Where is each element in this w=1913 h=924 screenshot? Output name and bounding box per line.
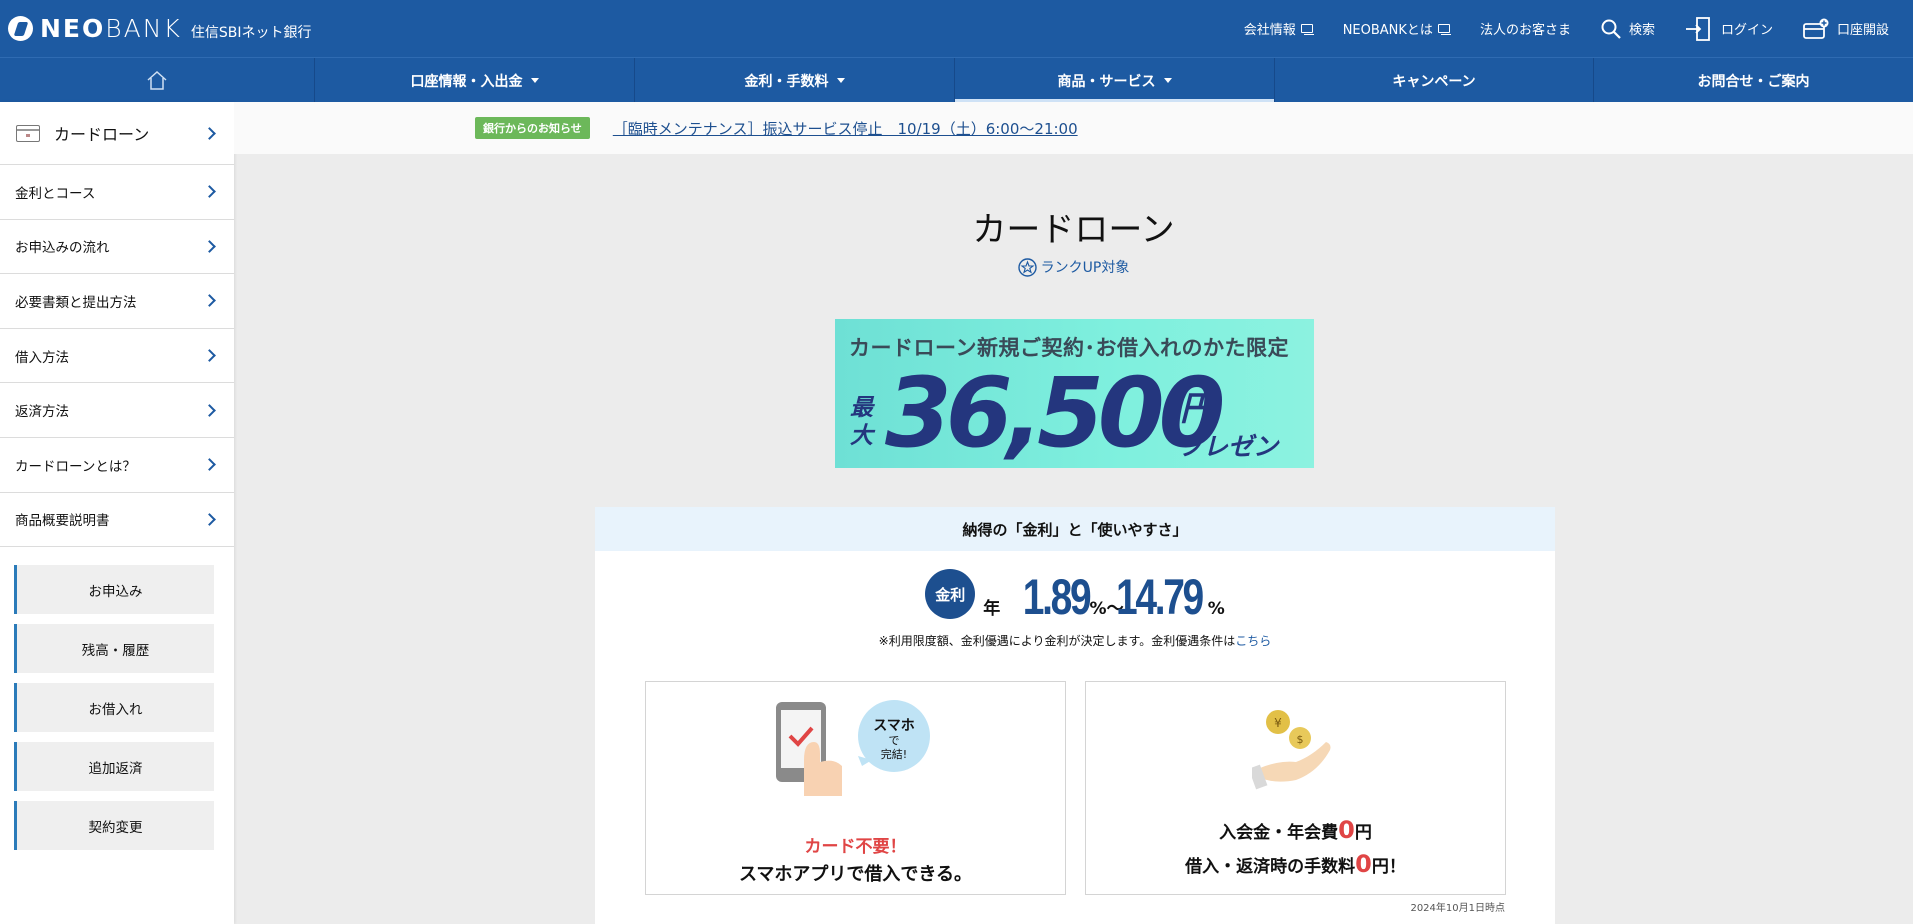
feature-smartphone: スマホ で 完結! カード不要！ スマホアプリで借入できる。 (645, 681, 1066, 895)
nav-products-services[interactable]: 商品・サービス (955, 58, 1275, 103)
rate-max: 14.79 (1115, 569, 1204, 625)
sidebar-actions: お申込み 残高・履歴 お借入れ 追加返済 契約変更 (0, 547, 234, 851)
search-icon (1601, 19, 1621, 39)
balance-history-button[interactable]: 残高・履歴 (14, 624, 214, 674)
interest-rate: 金利 年 1.89 %〜 14.79 % (595, 569, 1555, 623)
feature-zero-annual-fee: 入会金・年会費0円 (1219, 816, 1372, 844)
rate-percent: % (1207, 599, 1225, 619)
login-button[interactable]: ログイン (1685, 16, 1773, 41)
svg-text:で: で (889, 734, 900, 747)
banner-present: プレゼント! (1178, 432, 1279, 461)
login-icon (1685, 16, 1710, 41)
rank-up-label[interactable]: ランクUP対象 (234, 257, 1913, 277)
banner-yen: 円 (1180, 389, 1214, 429)
chevron-right-icon (203, 126, 216, 140)
coins-hand-icon: ¥ $ (1252, 710, 1331, 790)
sidebar-item-documents[interactable]: 必要書類と提出方法 (0, 274, 234, 329)
about-neobank-link[interactable]: NEOBANKとは (1343, 19, 1451, 38)
banner-amount: 36,500 (885, 357, 1225, 468)
rate-conditions-link[interactable]: こちら (1235, 634, 1271, 648)
logo-subtitle: 住信SBIネット銀行 (190, 24, 312, 41)
features-panel: 納得の「金利」と「使いやすさ」 金利 年 1.89 %〜 14.79 % ※利用… (595, 507, 1555, 924)
rate-note: ※利用限度額、金利優遇により金利が決定します。金利優遇条件はこちら (878, 634, 1272, 648)
corporate-link[interactable]: 法人のお客さま (1480, 19, 1571, 38)
svg-text:完結!: 完結! (881, 747, 907, 761)
feature-card-not-required: カード不要！ (804, 837, 907, 857)
chevron-right-icon (203, 458, 216, 472)
chevron-right-icon (203, 403, 216, 417)
caret-down-icon (1163, 78, 1172, 83)
sidebar-item-product-summary[interactable]: 商品概要説明書 (0, 493, 234, 548)
account-open-icon (1803, 18, 1829, 39)
svg-text:$: $ (1297, 733, 1304, 746)
chevron-right-icon (203, 185, 216, 199)
notice-bar: 銀行からのお知らせ ［臨時メンテナンス］振込サービス停止 10/19（土）6:0… (234, 102, 1913, 154)
notice-link[interactable]: ［臨時メンテナンス］振込サービス停止 10/19（土）6:00〜21:00 (613, 118, 1078, 139)
sidebar-item-borrowing[interactable]: 借入方法 (0, 329, 234, 384)
contract-change-button[interactable]: 契約変更 (14, 801, 214, 851)
rate-year-label: 年 (983, 599, 1001, 619)
sidebar-title[interactable]: カードローン (0, 102, 234, 165)
external-link-icon (1300, 24, 1314, 35)
caret-down-icon (530, 78, 539, 83)
feature-no-fees: ¥ $ 入会金・年会費0円 借入・返済時の手数料0円！ (1085, 681, 1506, 895)
chevron-right-icon (203, 512, 216, 526)
extra-repayment-button[interactable]: 追加返済 (14, 742, 214, 792)
chevron-right-icon (203, 240, 216, 253)
star-badge-icon (1017, 257, 1037, 277)
open-account-button[interactable]: 口座開設 (1803, 18, 1889, 40)
sidebar-item-rates-courses[interactable]: 金利とコース (0, 165, 234, 220)
svg-text:¥: ¥ (1274, 716, 1282, 730)
neobank-logo[interactable]: NEOBANK 住信SBIネット銀行 (8, 14, 311, 43)
header-links: 会社情報 NEOBANKとは 法人のお客さま 検索 ログイン 口座開設 (1214, 0, 1889, 57)
nav-account-info[interactable]: 口座情報・入出金 (315, 58, 635, 103)
nav-rates-fees[interactable]: 金利・手数料 (635, 58, 955, 103)
rate-badge: 金利 (925, 569, 976, 619)
feature-app-borrowing: スマホアプリで借入できる。 (738, 864, 973, 885)
main-nav: 口座情報・入出金 金利・手数料 商品・サービス キャンペーン お問合せ・ご案内 (0, 57, 1913, 103)
company-info-link[interactable]: 会社情報 (1244, 19, 1314, 38)
panel-heading: 納得の「金利」と「使いやすさ」 (595, 507, 1555, 551)
sidebar-item-repayment[interactable]: 返済方法 (0, 383, 234, 438)
nav-contact[interactable]: お問合せ・ご案内 (1594, 58, 1913, 103)
sidebar-item-about-card-loan[interactable]: カードローンとは？ (0, 438, 234, 493)
smartphone-hand-icon: スマホ で 完結! (776, 700, 930, 796)
nav-home[interactable] (0, 58, 315, 103)
logo-wordmark: NEOBANK (40, 14, 182, 43)
rate-min: 1.89 (1022, 569, 1092, 625)
logo-mark-icon (8, 16, 33, 41)
chevron-right-icon (203, 349, 216, 362)
external-link-icon (1437, 24, 1451, 35)
as-of-date: 2024年10月1日時点 (1410, 903, 1505, 914)
apply-button[interactable]: お申込み (14, 565, 214, 615)
banner-max-label: 最大 (850, 395, 873, 449)
sidebar: カードローン 金利とコース お申込みの流れ 必要書類と提出方法 借入方法 返済方… (0, 102, 234, 924)
caret-down-icon (836, 78, 845, 83)
home-icon (147, 71, 167, 90)
borrow-button[interactable]: お借入れ (14, 683, 214, 733)
notice-badge: 銀行からのお知らせ (475, 117, 590, 139)
chevron-right-icon (203, 294, 216, 308)
campaign-banner[interactable]: カードローン新規ご契約･お借入れのかた限定 最大 36,500 円 プレゼント! (835, 319, 1314, 468)
top-header: NEOBANK 住信SBIネット銀行 会社情報 NEOBANKとは 法人のお客さ… (0, 0, 1913, 57)
svg-text:スマホ: スマホ (873, 718, 915, 734)
sidebar-item-application-flow[interactable]: お申込みの流れ (0, 220, 234, 275)
nav-campaign[interactable]: キャンペーン (1275, 58, 1594, 103)
page-title: カードローン (972, 210, 1175, 250)
card-icon (16, 124, 40, 142)
feature-zero-transaction-fee: 借入・返済時の手数料0円！ (1185, 850, 1406, 878)
search-button[interactable]: 検索 (1601, 19, 1655, 39)
